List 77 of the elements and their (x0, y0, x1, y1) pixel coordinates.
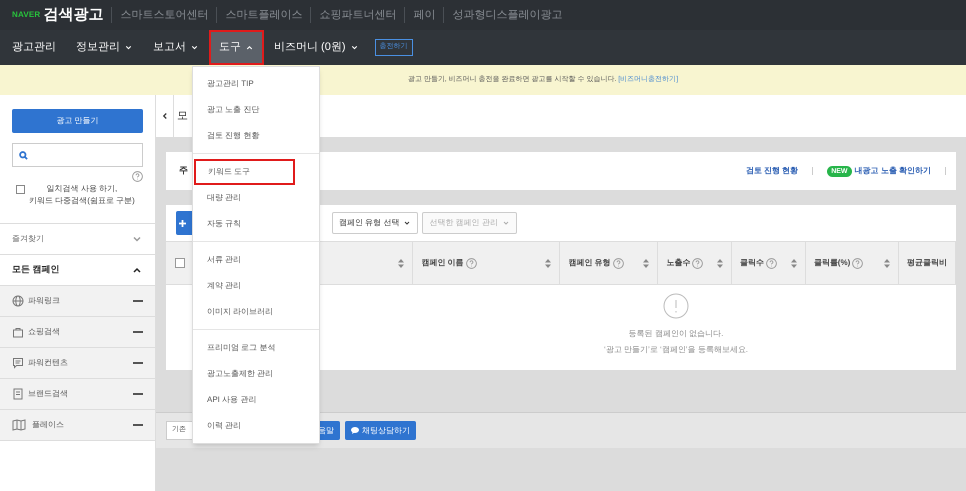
campaign-type-label: 파워컨텐츠 (28, 357, 68, 369)
dropdown-item[interactable]: API 사용 관리 (193, 387, 319, 413)
sort-icon[interactable] (717, 258, 724, 268)
logo-title[interactable]: 검색광고 (43, 4, 104, 26)
dropdown-item[interactable]: 광고관리 TIP (193, 71, 319, 97)
empty-hint: ‘광고 만들기’로 ‘캠페인’을 등록해보세요. (604, 344, 748, 356)
chevron-up-icon (245, 43, 254, 52)
page-title: 모 (177, 108, 188, 124)
document-icon (12, 388, 24, 400)
chat-bubble-icon (351, 427, 359, 434)
help-icon (466, 258, 477, 268)
column-title: 캠페인 유형 (568, 257, 611, 269)
sort-icon[interactable] (790, 258, 797, 268)
service-link[interactable]: 성과형디스플레이광고 (443, 6, 562, 24)
message-icon (12, 357, 24, 369)
nav-item[interactable]: 도구 (209, 30, 264, 65)
nav-item[interactable]: 정보관리 (66, 30, 143, 65)
summary-link[interactable]: 검토 진행 현황 (746, 165, 798, 177)
sort-icon[interactable] (398, 258, 404, 268)
globe-icon (12, 295, 24, 307)
exact-match-label: 일치검색 사용 하기, 키워드 다중검색(쉼표로 구분) (29, 183, 135, 207)
service-link[interactable]: 스마트플레이스 (216, 6, 302, 24)
campaign-type-label: 브랜드검색 (28, 388, 68, 400)
dropdown-item[interactable]: 자동 규칙 (193, 211, 319, 237)
column-title: 클릭수 (740, 257, 764, 269)
sort-icon[interactable] (884, 258, 890, 268)
column-title: 캠페인 이름 (421, 257, 464, 269)
campaign-type-item[interactable]: 파워컨텐츠 (0, 348, 155, 379)
dropdown-item[interactable]: 서류 관리 (193, 247, 319, 273)
shopping-bag-icon (12, 326, 24, 338)
dropdown-item[interactable]: 계약 관리 (193, 273, 319, 299)
service-link[interactable]: 페이 (404, 6, 436, 24)
map-icon (12, 419, 28, 431)
nav-item[interactable]: 광고관리 (2, 30, 66, 65)
empty-message: 등록된 캠페인이 없습니다. (628, 328, 724, 340)
campaign-type-label: 플레이스 (32, 419, 64, 431)
column-title: 노출수 (666, 257, 690, 269)
dropdown-item[interactable]: 검토 진행 현황 (193, 123, 319, 149)
dropdown-item[interactable]: 이력 관리 (193, 413, 319, 439)
logo-brand[interactable]: NAVER (12, 9, 40, 21)
help-icon (132, 171, 143, 182)
nav-item[interactable]: 보고서 (143, 30, 209, 65)
service-link[interactable]: 스마트스토어센터 (111, 6, 208, 24)
select-all-checkbox[interactable] (174, 258, 185, 268)
dropdown-item[interactable]: 키워드 도구 (194, 159, 295, 185)
campaign-type-label: 쇼핑검색 (28, 326, 60, 338)
sort-icon[interactable] (643, 258, 650, 268)
help-icon (852, 258, 864, 268)
help-icon (692, 258, 704, 268)
dropdown-item[interactable]: 대량 관리 (193, 185, 319, 211)
dropdown-item[interactable]: 광고노출제한 관리 (193, 361, 319, 387)
campaign-type-item[interactable]: 쇼핑검색 (0, 317, 155, 348)
dropdown-item[interactable]: 이미지 라이브러리 (193, 299, 319, 325)
search-field[interactable] (12, 143, 143, 167)
summary-link[interactable]: 내광고 노출 확인하기 (854, 165, 931, 177)
help-icon (766, 258, 778, 268)
chat-button[interactable]: 채팅상담하기 (345, 421, 416, 440)
create-ad-button[interactable]: 광고 만들기 (12, 109, 143, 133)
plus-icon (179, 220, 186, 226)
dropdown-item[interactable]: 프리미엄 로그 분석 (193, 335, 319, 361)
column-title: 클릭률(%) (814, 257, 850, 269)
alert-icon (663, 293, 689, 319)
help-icon (612, 258, 624, 268)
sort-icon[interactable] (545, 258, 552, 268)
column-title: 평균클릭비 (907, 257, 948, 269)
campaign-type-item[interactable]: 플레이스 (0, 410, 155, 441)
service-link[interactable]: 쇼핑파트너센터 (310, 6, 396, 24)
exact-match-checkbox[interactable] (16, 185, 25, 194)
campaign-type-item[interactable]: 파워링크 (0, 286, 155, 317)
dropdown-item[interactable]: 광고 노출 진단 (193, 97, 319, 123)
add-campaign-button[interactable] (176, 211, 192, 235)
select-dropdown[interactable]: 캠페인 유형 선택 (332, 212, 418, 234)
search-icon (19, 150, 28, 160)
campaign-type-item[interactable]: 브랜드검색 (0, 379, 155, 410)
campaign-type-label: 파워링크 (28, 295, 60, 307)
summary-title: 주 (179, 164, 188, 178)
nav-item[interactable]: 비즈머니 (0원) (264, 30, 368, 65)
